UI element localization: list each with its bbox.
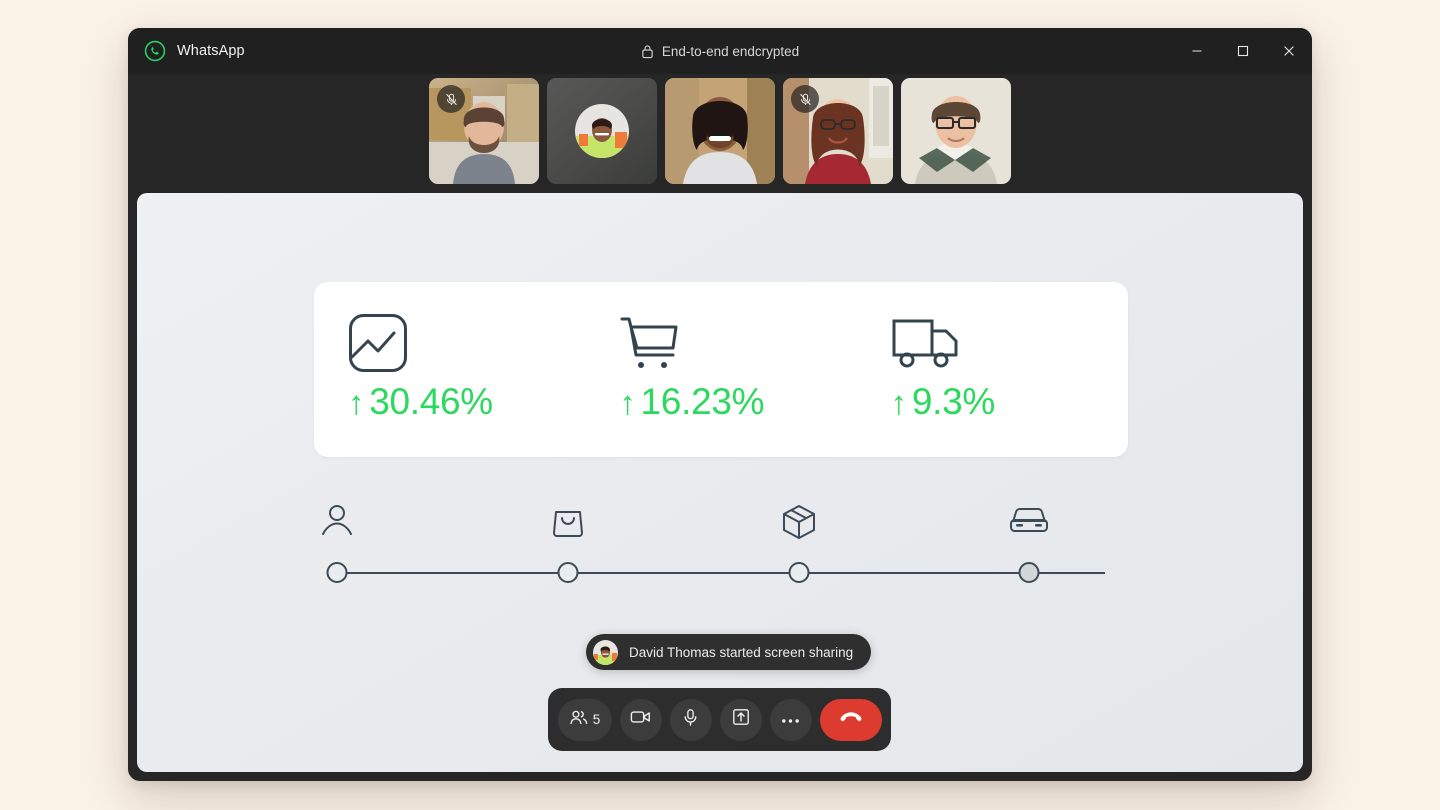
arrow-up-icon: ↑	[619, 384, 636, 421]
timeline-icons	[314, 503, 1128, 549]
people-icon	[569, 709, 588, 731]
call-control-bar: 5	[548, 688, 891, 751]
participant-video	[665, 78, 775, 184]
metric-item: ↑ 9.3%	[857, 282, 1128, 457]
timeline-node-4[interactable]	[1018, 562, 1040, 583]
whatsapp-logo-icon	[144, 40, 166, 62]
encryption-label: End-to-end endcrypted	[661, 43, 800, 59]
metrics-card: ↑ 30.46% ↑ 16.23% ↑ 9.3%	[314, 282, 1128, 457]
avatar	[593, 639, 618, 665]
arrow-up-icon: ↑	[348, 384, 365, 421]
timeline-node-3[interactable]	[788, 562, 810, 583]
participant-tile[interactable]	[901, 78, 1011, 184]
arrow-up-icon: ↑	[890, 384, 908, 421]
person-icon	[320, 503, 354, 542]
app-name: WhatsApp	[177, 43, 245, 59]
order-progress-timeline	[314, 503, 1128, 593]
participant-strip	[128, 74, 1312, 193]
package-box-icon	[780, 503, 818, 546]
participant-tile[interactable]	[547, 78, 657, 184]
timeline-node-1[interactable]	[326, 562, 348, 583]
avatar	[575, 104, 629, 158]
participant-tile[interactable]	[783, 78, 893, 184]
more-options-button[interactable]	[769, 698, 812, 741]
app-brand: WhatsApp	[128, 40, 245, 62]
mic-off-icon	[791, 85, 819, 113]
metric-item: ↑ 30.46%	[314, 282, 585, 457]
minimize-icon[interactable]	[1174, 28, 1220, 74]
metric-value: ↑ 16.23%	[619, 381, 765, 422]
car-icon	[1009, 503, 1049, 540]
maximize-icon[interactable]	[1220, 28, 1266, 74]
participant-count: 5	[592, 712, 601, 727]
whatsapp-call-window: WhatsApp End-to-end endcrypted ↑ 30.46% …	[128, 28, 1312, 781]
camera-button[interactable]	[619, 698, 662, 741]
microphone-icon	[682, 708, 699, 732]
delivery-truck-icon	[891, 313, 1128, 375]
metric-value: ↑ 9.3%	[890, 381, 996, 422]
close-icon[interactable]	[1266, 28, 1312, 74]
analytics-trend-icon	[348, 313, 585, 375]
toast-message: David Thomas started screen sharing	[629, 644, 854, 660]
shared-screen-stage: ↑ 30.46% ↑ 16.23% ↑ 9.3% David Thomas st…	[137, 193, 1303, 772]
participant-video	[901, 78, 1011, 184]
screen-share-toast: David Thomas started screen sharing	[586, 634, 872, 670]
end-call-button[interactable]	[819, 698, 882, 741]
participants-button[interactable]: 5	[557, 698, 612, 741]
participant-tile[interactable]	[665, 78, 775, 184]
shopping-bag-icon	[551, 503, 585, 542]
more-dots-icon	[781, 711, 800, 729]
metric-item: ↑ 16.23%	[585, 282, 856, 457]
encryption-indicator: End-to-end endcrypted	[128, 44, 1312, 59]
lock-icon	[641, 44, 654, 59]
share-screen-icon	[732, 708, 750, 731]
metric-value: ↑ 30.46%	[348, 381, 493, 422]
shopping-cart-icon	[619, 313, 856, 375]
window-controls	[1174, 28, 1312, 74]
video-camera-icon	[630, 709, 651, 730]
end-call-icon	[839, 710, 863, 730]
timeline-track	[337, 572, 1105, 574]
timeline-node-2[interactable]	[557, 562, 579, 583]
mic-off-icon	[437, 85, 465, 113]
participant-tile[interactable]	[429, 78, 539, 184]
title-bar: WhatsApp End-to-end endcrypted	[128, 28, 1312, 74]
share-screen-button[interactable]	[719, 698, 762, 741]
microphone-button[interactable]	[669, 698, 712, 741]
